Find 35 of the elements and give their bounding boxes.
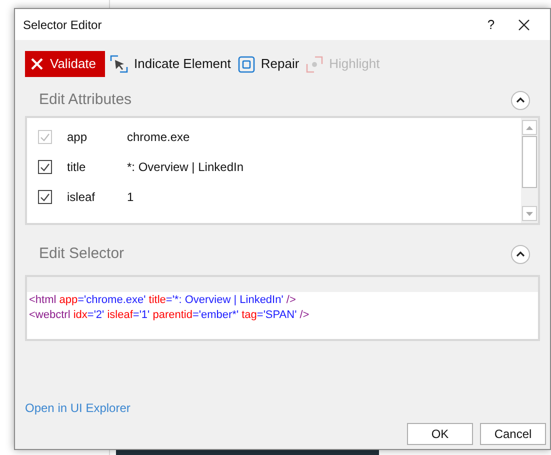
chevron-up-icon: [516, 97, 525, 103]
code-line: <html app='chrome.exe' title='*: Overview | LinkedIn' />: [29, 293, 296, 308]
attribute-name: isleaf: [67, 189, 96, 206]
target-icon: [238, 56, 255, 72]
check-icon: [40, 162, 50, 172]
indicate-button[interactable]: Indicate Element: [108, 51, 233, 77]
attribute-value: chrome.exe: [127, 129, 190, 146]
scroll-up-icon: [526, 126, 533, 130]
checkbox[interactable]: [38, 190, 52, 204]
help-button[interactable]: ?: [476, 14, 506, 34]
collapse-button[interactable]: [511, 90, 530, 110]
attribute-name: app: [67, 129, 88, 146]
code-line: <webctrl idx='2' isleaf='1' parentid='ember*' tag='SPAN' />: [29, 308, 310, 323]
check-icon: [40, 132, 50, 142]
attribute-value: *: Overview | LinkedIn: [127, 159, 244, 176]
close-icon: [518, 18, 530, 30]
scroll-thumb[interactable]: [522, 136, 537, 188]
window-title: Selector Editor: [23, 16, 103, 34]
dialog-button[interactable]: OK: [407, 423, 473, 445]
repair-button[interactable]: Repair: [236, 51, 302, 77]
dialog-button[interactable]: Cancel: [480, 423, 546, 445]
attribute-value: 1: [127, 189, 134, 206]
selector-editor[interactable]: <html app='chrome.exe' title='*: Overview | LinkedIn' /> <webctrl idx='2' isleaf='1' parentid='ember*' tag='SPAN' />: [25, 275, 540, 341]
section-title: Edit Attributes: [39, 90, 132, 110]
scroll-down-icon: [526, 212, 533, 216]
checkbox[interactable]: [38, 160, 52, 174]
chevron-up-icon: [516, 251, 525, 257]
highlight-icon: [306, 56, 324, 72]
validate-button[interactable]: Validate: [25, 51, 106, 77]
cursor-icon: [110, 55, 128, 73]
section-title: Edit Selector: [39, 244, 124, 264]
close-icon: [30, 57, 44, 71]
collapse-button[interactable]: [511, 244, 530, 264]
attribute-name: title: [67, 159, 87, 176]
check-icon: [40, 192, 50, 202]
